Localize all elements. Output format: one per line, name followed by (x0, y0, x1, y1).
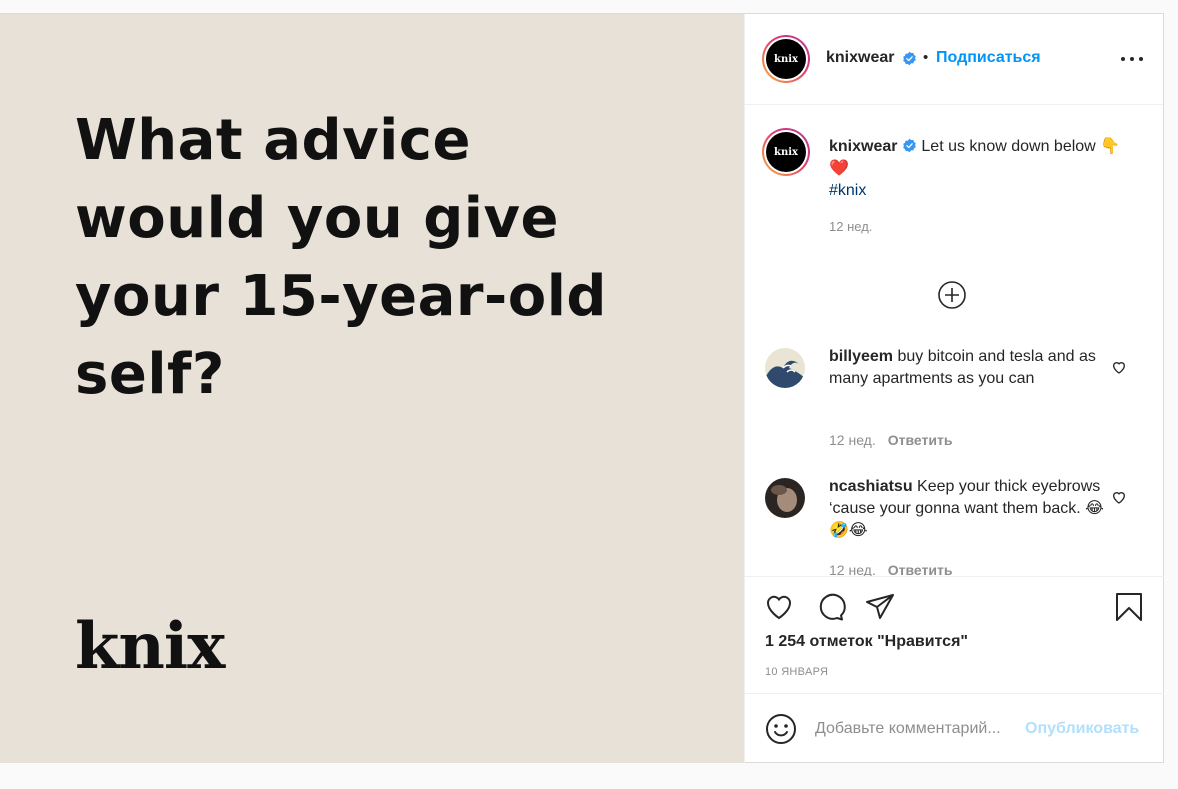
caption-avatar[interactable]: knix (762, 128, 810, 176)
comment-username[interactable]: ncashiatsu (829, 478, 913, 495)
hashtag-link[interactable]: #knix (829, 182, 866, 199)
comment-time[interactable]: 12 нед. (829, 562, 876, 576)
comment-input[interactable] (815, 717, 1025, 741)
comment-composer: Опубликовать (745, 693, 1164, 763)
commenter-avatar[interactable] (765, 348, 805, 388)
heart-icon[interactable] (1111, 489, 1127, 505)
brand-logo: knix (75, 609, 225, 684)
post-card: What advice would you give your 15-year-… (0, 13, 1164, 763)
comment-bubble-icon[interactable] (815, 591, 847, 623)
reply-button[interactable]: Ответить (888, 562, 953, 576)
verified-badge-icon (903, 138, 916, 153)
post-sidebar: knix knixwear • Подписаться knix knixwea… (744, 14, 1164, 763)
publish-button[interactable]: Опубликовать (1025, 720, 1139, 738)
post-image[interactable]: What advice would you give your 15-year-… (0, 14, 744, 763)
caption-text: knixwear Let us know down below 👇❤️ #kni… (829, 136, 1134, 202)
headline-line: would you give (75, 186, 559, 251)
heart-icon[interactable] (1111, 359, 1127, 375)
comments-list[interactable]: knix knixwear Let us know down below 👇❤️… (745, 106, 1164, 576)
headline-line: What advice (75, 108, 471, 173)
comment-time[interactable]: 12 нед. (829, 432, 876, 448)
more-options-icon[interactable] (1121, 51, 1143, 67)
share-send-icon[interactable] (864, 591, 896, 623)
headline-line: self? (75, 342, 225, 407)
header-username[interactable]: knixwear (826, 49, 894, 67)
comment-text: billyeem buy bitcoin and tesla and as ma… (829, 346, 1109, 390)
commenter-avatar[interactable] (765, 478, 805, 518)
caption-time[interactable]: 12 нед. (829, 219, 872, 234)
headline-line: your 15-year-old (75, 264, 608, 329)
post-actions: 1 254 отметок "Нравится" 10 ЯНВАРЯ (745, 576, 1164, 693)
profile-avatar[interactable]: knix (762, 35, 810, 83)
emoji-smiley-icon[interactable] (765, 713, 797, 745)
reply-button[interactable]: Ответить (888, 432, 953, 448)
comment-meta: 12 нед. Ответить (829, 432, 952, 448)
bookmark-icon[interactable] (1113, 591, 1145, 623)
comment-username[interactable]: billyeem (829, 348, 893, 365)
comment-meta: 12 нед. Ответить (829, 562, 952, 576)
post-date[interactable]: 10 ЯНВАРЯ (765, 666, 828, 678)
post-header: knix knixwear • Подписаться (745, 14, 1163, 105)
avatar-logo: knix (766, 39, 806, 79)
like-heart-icon[interactable] (763, 591, 795, 623)
avatar-logo: knix (766, 132, 806, 172)
verified-badge-icon (903, 51, 916, 66)
comment-text: ncashiatsu Keep your thick eyebrows ‘cau… (829, 476, 1109, 542)
plus-circle-icon[interactable] (937, 280, 967, 310)
follow-button[interactable]: Подписаться (936, 49, 1041, 67)
post-image-headline: What advice would you give your 15-year-… (75, 102, 715, 414)
separator-dot: • (923, 49, 929, 66)
caption-username[interactable]: knixwear (829, 138, 897, 155)
likes-count[interactable]: 1 254 отметок "Нравится" (765, 633, 968, 651)
